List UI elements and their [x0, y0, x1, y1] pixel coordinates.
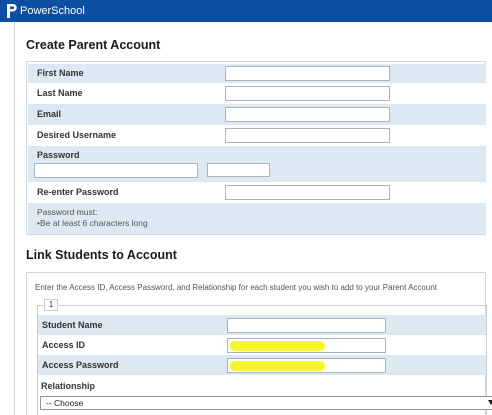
access-id-label: Access ID: [42, 340, 86, 350]
email-field[interactable]: [225, 107, 390, 122]
relationship-selected-value: -- Choose: [46, 398, 84, 408]
link-students-intro: Enter the Access ID, Access Password, an…: [35, 283, 437, 292]
password-rules-heading: Password must:: [37, 207, 98, 217]
redaction-highlight: [230, 361, 325, 371]
powerschool-logo-icon: [7, 4, 17, 18]
student-name-field[interactable]: [227, 318, 386, 333]
brand-name: PowerSchool: [20, 5, 85, 17]
first-name-field[interactable]: [225, 66, 390, 81]
email-label: Email: [37, 109, 62, 119]
password-strength-box: [207, 163, 270, 177]
password-rules: Password must: •Be at least 6 characters…: [28, 203, 486, 234]
password-label: Password: [37, 150, 80, 160]
relationship-row: Relationship -- Choose: [33, 377, 492, 415]
relationship-label: Relationship: [41, 381, 96, 391]
password-field[interactable]: [34, 163, 198, 178]
create-account-title: Create Parent Account: [26, 38, 161, 52]
desired-username-row: Desired Username: [28, 125, 486, 146]
access-password-label: Access Password: [42, 360, 119, 370]
desired-username-label: Desired Username: [37, 130, 117, 140]
last-name-field[interactable]: [225, 86, 390, 101]
redaction-highlight: [230, 341, 325, 351]
reenter-password-field[interactable]: [225, 185, 390, 200]
student-name-row: Student Name: [38, 315, 486, 335]
first-name-label: First Name: [37, 68, 84, 78]
access-id-row: Access ID: [38, 335, 486, 355]
top-bar: PowerSchool: [0, 0, 492, 22]
chevron-down-icon: [488, 400, 492, 405]
create-account-panel: First Name Last Name Email Desired Usern…: [26, 61, 486, 235]
link-students-title: Link Students to Account: [26, 248, 177, 262]
access-password-field[interactable]: [227, 358, 386, 373]
desired-username-field[interactable]: [225, 128, 390, 143]
relationship-select[interactable]: -- Choose: [40, 396, 492, 410]
link-students-panel: Enter the Access ID, Access Password, an…: [26, 272, 492, 415]
student-number: 1: [44, 299, 58, 311]
email-row: Email: [28, 104, 486, 125]
reenter-password-label: Re-enter Password: [37, 187, 119, 197]
password-rule-length: •Be at least 6 characters long: [37, 218, 148, 228]
first-name-row: First Name: [28, 64, 486, 83]
reenter-password-row: Re-enter Password: [28, 182, 486, 203]
last-name-row: Last Name: [28, 83, 486, 104]
last-name-label: Last Name: [37, 88, 83, 98]
access-id-field[interactable]: [227, 338, 386, 353]
access-password-row: Access Password: [38, 355, 486, 375]
student-name-label: Student Name: [42, 320, 103, 330]
password-row: Password: [28, 146, 486, 182]
